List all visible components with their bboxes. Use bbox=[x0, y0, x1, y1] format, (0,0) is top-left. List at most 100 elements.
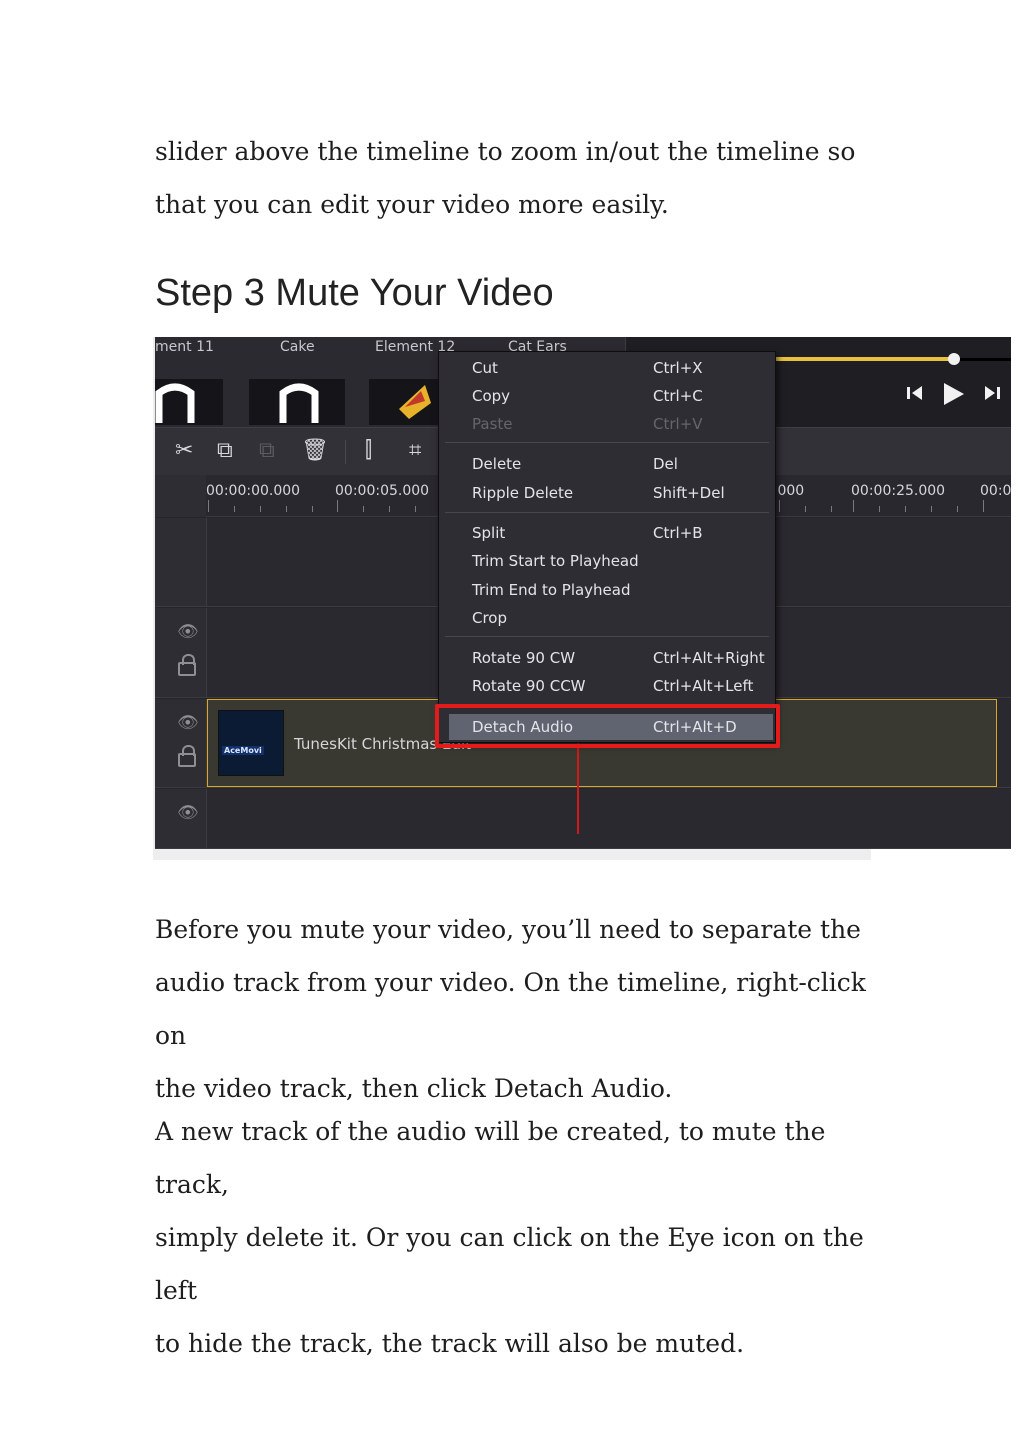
menu-item-shortcut: Ctrl+Alt+Right bbox=[653, 649, 765, 667]
element-thumbnail[interactable] bbox=[369, 379, 449, 425]
element-thumbnail[interactable] bbox=[155, 379, 223, 425]
clip-thumbnail: AceMovi bbox=[218, 710, 284, 776]
ruler-tick bbox=[853, 500, 854, 512]
playhead[interactable] bbox=[577, 742, 579, 834]
menu-item-label: Copy bbox=[472, 387, 511, 405]
next-frame-icon[interactable] bbox=[983, 382, 1001, 409]
clip-thumbnail-logo: AceMovi bbox=[222, 746, 264, 755]
body-line: A new track of the audio will be created… bbox=[155, 1117, 826, 1199]
cat-ears-icon bbox=[279, 383, 319, 423]
menu-item-label: Paste bbox=[472, 415, 513, 433]
lock-icon[interactable] bbox=[178, 745, 196, 767]
ruler-tick bbox=[234, 506, 235, 512]
timecode-label: .000 bbox=[773, 483, 805, 499]
lock-icon[interactable] bbox=[178, 654, 196, 676]
delete-icon[interactable]: 🗑 bbox=[301, 438, 329, 464]
previous-frame-icon[interactable] bbox=[906, 382, 924, 409]
menu-item-label: Crop bbox=[472, 609, 508, 627]
menu-item-shortcut: Ctrl+Alt+Left bbox=[653, 677, 754, 695]
menu-item-cut[interactable]: Cut Ctrl+X bbox=[439, 355, 775, 381]
highlight-box bbox=[435, 704, 780, 748]
timecode-label: 00:00:25.000 bbox=[851, 483, 946, 499]
ruler-tick bbox=[805, 506, 806, 512]
ruler-tick bbox=[363, 506, 364, 512]
eye-icon[interactable]: 👁 bbox=[177, 713, 199, 733]
menu-item-trim-start[interactable]: Trim Start to Playhead bbox=[439, 548, 775, 574]
track-header: 👁 bbox=[155, 608, 206, 698]
play-icon[interactable] bbox=[941, 382, 965, 411]
ruler-tick bbox=[983, 500, 984, 512]
zoom-slider-fill bbox=[776, 357, 956, 361]
menu-item-shortcut: Ctrl+B bbox=[653, 524, 703, 542]
intro-line-1: slider above the timeline to zoom in/out… bbox=[155, 137, 856, 166]
menu-item-label: Delete bbox=[472, 455, 522, 473]
body-line: audio track from your video. On the time… bbox=[155, 968, 866, 1050]
intro-line-2: that you can edit your video more easily… bbox=[155, 190, 669, 219]
ruler-tick bbox=[957, 506, 958, 512]
kite-icon bbox=[399, 385, 431, 419]
menu-item-rotate-cw[interactable]: Rotate 90 CW Ctrl+Alt+Right bbox=[439, 645, 775, 671]
menu-separator bbox=[445, 512, 769, 513]
menu-item-paste[interactable]: Paste Ctrl+V bbox=[439, 411, 775, 437]
timecode-label: 00:00:05.000 bbox=[335, 483, 430, 499]
library-label: ment 11 bbox=[155, 339, 214, 355]
ruler-tick bbox=[879, 506, 880, 512]
body-line: to hide the track, the track will also b… bbox=[155, 1329, 745, 1358]
menu-item-shortcut: Ctrl+X bbox=[653, 359, 703, 377]
zoom-slider-handle[interactable] bbox=[948, 353, 960, 365]
menu-item-shortcut: Ctrl+C bbox=[653, 387, 703, 405]
menu-item-delete[interactable]: Delete Del bbox=[439, 451, 775, 477]
cat-ears-icon bbox=[155, 383, 195, 423]
timecode-label: 00:0 bbox=[980, 483, 1011, 499]
ruler-tick bbox=[779, 500, 780, 512]
menu-separator bbox=[445, 636, 769, 637]
menu-item-label: Split bbox=[472, 524, 506, 542]
intro-paragraph: slider above the timeline to zoom in/out… bbox=[155, 125, 895, 231]
ruler-tick bbox=[415, 506, 416, 512]
body-paragraph-1: Before you mute your video, you’ll need … bbox=[155, 903, 895, 1115]
menu-item-label: Cut bbox=[472, 359, 498, 377]
split-icon[interactable]: ⫿ bbox=[365, 438, 372, 464]
menu-item-ripple-delete[interactable]: Ripple Delete Shift+Del bbox=[439, 480, 775, 506]
ruler-tick bbox=[312, 506, 313, 512]
element-thumbnail[interactable] bbox=[249, 379, 345, 425]
section-heading: Step 3 Mute Your Video bbox=[155, 272, 554, 314]
track-header bbox=[155, 518, 206, 607]
menu-item-label: Ripple Delete bbox=[472, 484, 574, 502]
menu-item-label: Rotate 90 CCW bbox=[472, 677, 586, 695]
menu-item-label: Trim Start to Playhead bbox=[472, 552, 639, 570]
track-header: 👁 bbox=[155, 789, 206, 849]
editor-screenshot: ment 11 Cake Element 12 Cat Ears ✂ ⧉ ⧉ 🗑… bbox=[155, 337, 1011, 849]
menu-item-crop[interactable]: Crop bbox=[439, 605, 775, 631]
copy-icon[interactable]: ⧉ bbox=[217, 438, 233, 464]
paste-icon[interactable]: ⧉ bbox=[259, 438, 275, 464]
ruler-tick bbox=[337, 500, 338, 512]
eye-icon[interactable]: 👁 bbox=[177, 803, 199, 823]
menu-item-shortcut: Ctrl+V bbox=[653, 415, 703, 433]
ruler-tick bbox=[931, 506, 932, 512]
menu-item-trim-end[interactable]: Trim End to Playhead bbox=[439, 577, 775, 603]
ruler-tick bbox=[389, 506, 390, 512]
context-menu: Cut Ctrl+X Copy Ctrl+C Paste Ctrl+V Dele… bbox=[438, 351, 776, 743]
menu-item-rotate-ccw[interactable]: Rotate 90 CCW Ctrl+Alt+Left bbox=[439, 673, 775, 699]
ruler-tick bbox=[208, 500, 209, 512]
timecode-label: 00:00:00.000 bbox=[206, 483, 301, 499]
body-paragraph-2: A new track of the audio will be created… bbox=[155, 1105, 895, 1370]
menu-separator bbox=[445, 442, 769, 443]
crop-icon[interactable]: ⌗ bbox=[409, 438, 421, 464]
ruler-tick bbox=[260, 506, 261, 512]
library-label: Cake bbox=[280, 339, 315, 355]
cut-icon[interactable]: ✂ bbox=[175, 438, 193, 464]
menu-item-split[interactable]: Split Ctrl+B bbox=[439, 520, 775, 546]
timeline-track[interactable] bbox=[206, 789, 1011, 849]
ruler-gutter bbox=[155, 475, 206, 517]
ruler-tick bbox=[905, 506, 906, 512]
menu-item-copy[interactable]: Copy Ctrl+C bbox=[439, 383, 775, 409]
body-line: Before you mute your video, you’ll need … bbox=[155, 915, 861, 944]
ruler-tick bbox=[831, 506, 832, 512]
eye-icon[interactable]: 👁 bbox=[177, 622, 199, 642]
menu-item-label: Rotate 90 CW bbox=[472, 649, 576, 667]
menu-item-label: Trim End to Playhead bbox=[472, 581, 631, 599]
body-line: simply delete it. Or you can click on th… bbox=[155, 1223, 864, 1305]
toolbar-divider bbox=[345, 440, 346, 464]
